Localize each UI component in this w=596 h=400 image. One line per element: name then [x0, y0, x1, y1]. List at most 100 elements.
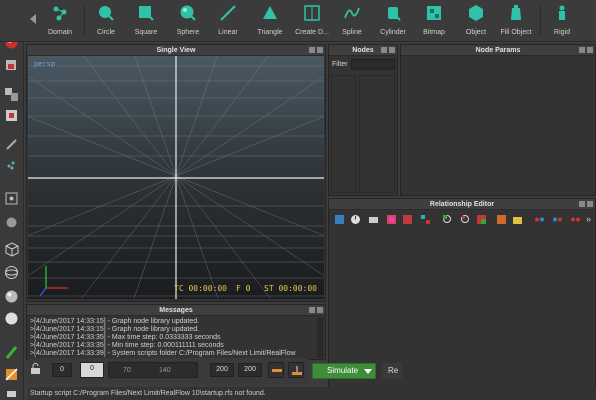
messages-panel: Messages >[4/June/2017 14:33:15] - Graph… [26, 304, 326, 360]
toolbar-label: Linear [218, 29, 238, 36]
wire-sphere-icon[interactable] [3, 264, 20, 281]
toolbar-label: Triangle [257, 29, 283, 36]
green-brush-icon[interactable] [3, 344, 20, 361]
relation-clock-icon[interactable] [350, 214, 361, 225]
relation-connect-icon[interactable] [534, 214, 545, 225]
message-line: >[4/June/2017 14:33:35] - Max time step:… [30, 334, 221, 341]
toolbar-expand-icon[interactable] [30, 14, 36, 26]
relation-link-icon[interactable] [334, 214, 345, 225]
dots-cube-icon[interactable] [3, 190, 20, 207]
dropdown-arrow-icon[interactable] [364, 369, 372, 375]
nodes-panel: Nodes Filter [328, 44, 398, 196]
viewport-grid [28, 56, 324, 299]
relation-folder-icon[interactable] [512, 214, 523, 225]
simulate-label: Simulate [327, 366, 359, 375]
message-line: >[4/June/2017 14:33:15] - Graph node lib… [30, 318, 200, 325]
relation-search-icon[interactable] [442, 214, 453, 225]
toolbar-object[interactable]: Object [458, 2, 494, 40]
wire-cube-icon[interactable] [3, 240, 20, 257]
end-frame-field[interactable]: 200 [210, 363, 234, 377]
start-frame-field[interactable]: 0 [52, 363, 72, 377]
relation-search2-icon[interactable] [460, 214, 471, 225]
view-label: persp [34, 60, 56, 68]
cube-red-icon[interactable] [3, 56, 20, 73]
toolbar-spline[interactable]: Spline [334, 2, 370, 40]
toolbar-bitmap[interactable]: Bitmap [416, 2, 452, 40]
relation-multi-icon[interactable] [420, 214, 431, 225]
hud-tc: TC 00:00:00 [174, 284, 227, 293]
shaded-sphere-icon[interactable] [3, 288, 20, 305]
fill-object-icon [511, 5, 521, 20]
sphere-white-icon[interactable] [3, 310, 20, 327]
3d-viewport[interactable]: persp TC 00:00:00 F 0 ST 00:00:00 [28, 56, 324, 299]
realflow-window: Domain Circle Square Sphere Linear Trian… [0, 0, 596, 400]
panel-title: Single View [27, 45, 325, 56]
toolbar-rigid[interactable]: Rigid [544, 2, 580, 40]
panel-window-buttons[interactable] [577, 201, 593, 208]
nodes-list[interactable] [331, 75, 356, 193]
main-toolbar: Domain Circle Square Sphere Linear Trian… [0, 0, 596, 42]
rigid-icon [559, 5, 565, 20]
panel-title: Relationship Editor [329, 199, 595, 210]
relation-tile-icon[interactable] [476, 214, 487, 225]
relationship-editor-panel: Relationship Editor [328, 198, 596, 388]
relation-connect3-icon[interactable] [570, 214, 581, 225]
cylinder-icon [388, 7, 401, 21]
triangle-icon [263, 6, 277, 19]
sphere-icon [180, 5, 196, 21]
tick-label: 70 [123, 367, 131, 374]
relation-camera-icon[interactable] [368, 214, 379, 225]
node-params-panel: Node Params [400, 44, 596, 196]
reset-button[interactable]: Re [382, 363, 402, 379]
status-bar: Startup script C:/Program Files/Next Lim… [28, 387, 596, 400]
end-frame-field-2[interactable]: 200 [238, 363, 262, 377]
pencil-icon[interactable] [3, 136, 20, 153]
toolbar-sphere[interactable]: Sphere [170, 2, 206, 40]
panel-title: Node Params [401, 45, 595, 56]
current-frame-field[interactable]: 0 [80, 362, 104, 378]
relation-connect2-icon[interactable] [552, 214, 563, 225]
key-button[interactable] [268, 362, 284, 378]
messages-scrollbar[interactable] [317, 318, 323, 358]
hud-st: ST 00:00:00 [264, 284, 317, 293]
timeline-scrubber[interactable]: 70 140 [108, 362, 198, 378]
relation-grid-icon[interactable] [386, 214, 397, 225]
orange-tool-icon[interactable] [3, 366, 20, 383]
panel-window-buttons[interactable] [307, 47, 323, 54]
particles-icon[interactable] [3, 156, 20, 173]
relation-red-icon[interactable] [402, 214, 413, 225]
timeline-bar: 0 0 70 140 200 200 [28, 358, 308, 384]
toolbar-circle[interactable]: Circle [88, 2, 124, 40]
toolbar-label: Rigid [554, 29, 570, 36]
linear-icon [220, 5, 236, 21]
lock-small-icon[interactable] [3, 386, 20, 400]
message-line: >[4/June/2017 14:33:35] - Min time step:… [30, 342, 224, 349]
message-line: >[4/June/2017 14:33:39] - System scripts… [30, 350, 296, 357]
toolbar-fill-object[interactable]: Fill Object [498, 2, 534, 40]
boxes-icon[interactable] [3, 86, 20, 103]
toolbar-cylinder[interactable]: Cylinder [375, 2, 411, 40]
panel-window-buttons[interactable] [379, 47, 395, 54]
panel-window-buttons[interactable] [577, 47, 593, 54]
filter-input[interactable] [351, 59, 395, 70]
relation-orange-icon[interactable] [496, 214, 507, 225]
simulate-button[interactable]: Simulate [312, 363, 376, 379]
toolbar-square[interactable]: Square [128, 2, 164, 40]
key-button-2[interactable] [288, 362, 304, 378]
toolbar-domain[interactable]: Domain [42, 2, 78, 40]
panel-window-buttons[interactable] [307, 307, 323, 314]
panel-title: Messages [27, 305, 325, 316]
domain-icon [53, 6, 67, 21]
circle-icon [99, 6, 114, 21]
object-icon [469, 5, 483, 21]
toolbar-triangle[interactable]: Triangle [252, 2, 288, 40]
nodes-list-2[interactable] [359, 75, 395, 193]
more-icon[interactable]: » [586, 214, 591, 224]
red-box-icon[interactable] [3, 107, 20, 124]
toolbar-create-domain[interactable]: Create D... [294, 2, 330, 40]
toolbar-label: Square [134, 29, 158, 36]
toolbar-linear[interactable]: Linear [210, 2, 246, 40]
sphere-small-icon[interactable] [3, 214, 20, 231]
lock-icon[interactable] [30, 363, 42, 377]
left-toolbar [0, 0, 24, 400]
